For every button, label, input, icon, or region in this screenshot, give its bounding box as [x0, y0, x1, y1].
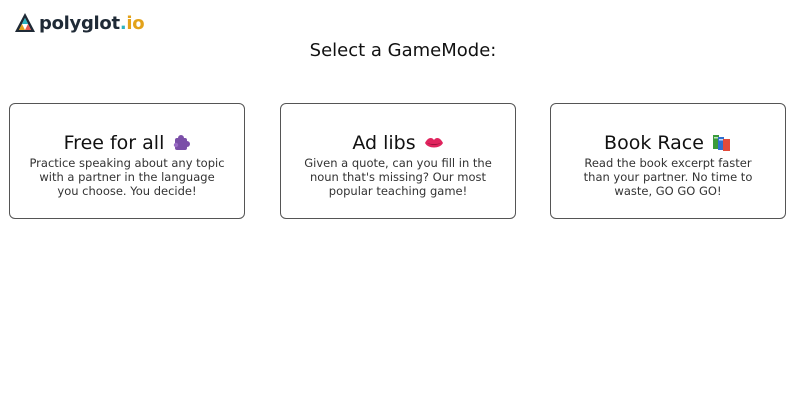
logo-text-main: polygl [39, 12, 100, 34]
logo-wordmark: polyglot.io [39, 12, 145, 34]
gamemode-title: Book Race [604, 132, 704, 154]
polyglot-logo-icon [15, 13, 35, 32]
logo-text-o: o [99, 12, 112, 34]
logo-text-io: io [126, 12, 145, 34]
gamemode-title: Ad libs [352, 132, 416, 154]
books-icon [712, 135, 730, 151]
gamemode-description: Read the book excerpt faster than your p… [583, 156, 753, 198]
gamemode-description: Given a quote, can you fill in the noun … [304, 156, 492, 198]
gamemode-card-ad-libs[interactable]: Ad libs Given a quote, can you fill in t… [280, 103, 516, 219]
gamemode-card-title-row: Free for all [10, 130, 244, 156]
gamemode-card-title-row: Book Race [551, 130, 785, 156]
logo-text-t: t [111, 12, 121, 34]
lips-icon [424, 138, 443, 148]
polyglot-logo[interactable]: polyglot.io [14, 12, 145, 34]
gamemode-card-title-row: Ad libs [281, 130, 515, 156]
page-title: Select a GameMode: [309, 40, 497, 61]
purple-puzzle-icon [174, 135, 191, 150]
gamemode-card-book-race[interactable]: Book Race Read the book excerpt faster t… [550, 103, 786, 219]
gamemode-description: Practice speaking about any topic with a… [29, 156, 225, 198]
gamemode-card-free-for-all[interactable]: Free for all Practice speaking about any… [9, 103, 245, 219]
gamemode-title: Free for all [63, 132, 165, 154]
